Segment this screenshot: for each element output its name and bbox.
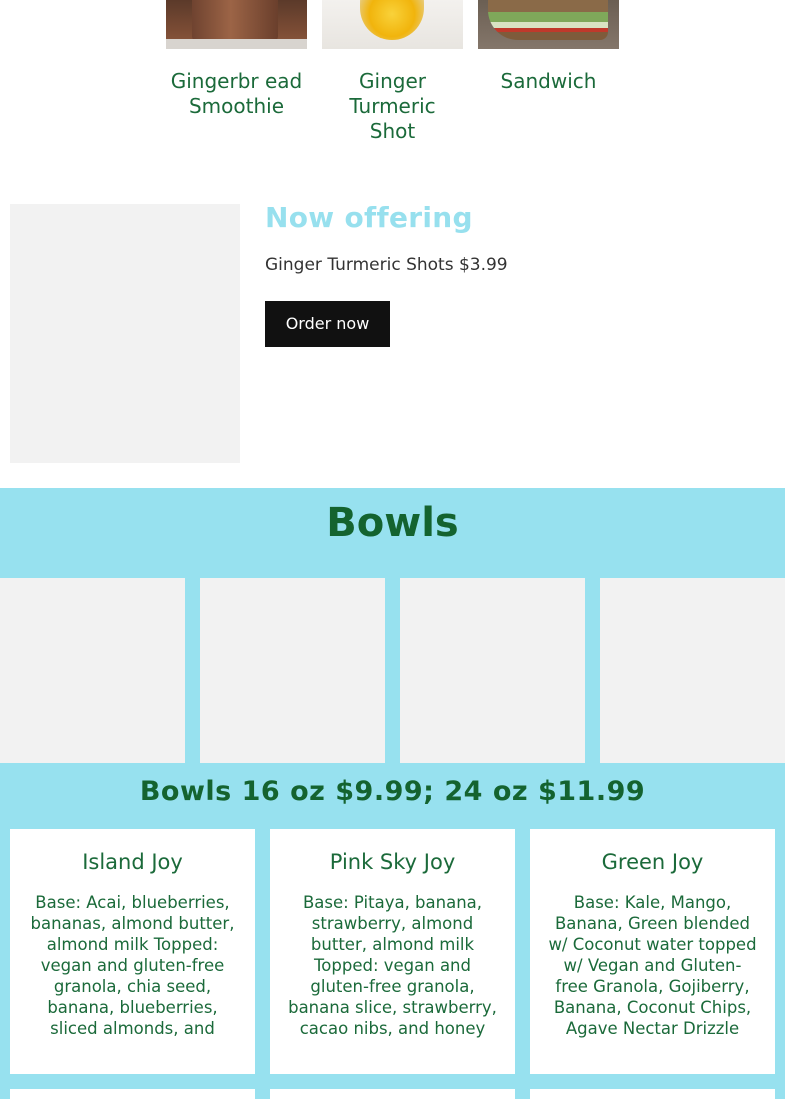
bowl-card-partial [530, 1089, 775, 1099]
bowl-card-island-joy: Island Joy Base: Acai, blueberries, bana… [10, 829, 255, 1074]
smoothie-cup-graphic [192, 0, 278, 42]
product-tile-ginger-turmeric-shot[interactable]: Ginger Turmeric Shot [322, 0, 463, 144]
bowls-price: Bowls 16 oz $9.99; 24 oz $11.99 [139, 776, 646, 807]
sandwich-photo[interactable] [478, 0, 619, 49]
shot-photo[interactable] [322, 0, 463, 49]
bowl-image-placeholder [600, 578, 785, 763]
smoothie-photo[interactable] [166, 0, 307, 49]
bowl-card-title: Pink Sky Joy [329, 850, 456, 874]
product-tile-sandwich[interactable]: Sandwich [478, 0, 619, 94]
bowl-card-description: Base: Acai, blueberries, bananas, almond… [30, 893, 235, 1042]
offer-title: Now offering [265, 201, 473, 234]
offer-image-placeholder [10, 204, 240, 463]
sandwich-graphic [488, 0, 608, 40]
bowls-title: Bowls [326, 500, 459, 546]
product-name[interactable]: Ginger Turmeric Shot [322, 69, 463, 144]
product-tile-gingerbread-smoothie[interactable]: Gingerbr ead Smoothie [166, 0, 307, 119]
bowl-card-description: Base: Kale, Mango, Banana, Green blended… [548, 893, 757, 1038]
bowl-card-title: Green Joy [601, 850, 704, 874]
order-now-button[interactable]: Order now [265, 301, 390, 347]
bowl-image-placeholder [0, 578, 185, 763]
bowl-card-description: Base: Pitaya, banana, strawberry, almond… [288, 893, 497, 1042]
product-name[interactable]: Gingerbr ead Smoothie [166, 69, 307, 119]
bowl-card-title: Island Joy [82, 850, 183, 874]
bowl-image-placeholder [200, 578, 385, 763]
bowl-card-partial [10, 1089, 255, 1099]
offer-text: Ginger Turmeric Shots $3.99 [265, 255, 508, 275]
bowl-image-placeholder [400, 578, 585, 763]
bowl-card-green-joy: Green Joy Base: Kale, Mango, Banana, Gre… [530, 829, 775, 1074]
product-name[interactable]: Sandwich [478, 69, 619, 94]
bowl-card-partial [270, 1089, 515, 1099]
shot-glass-graphic [360, 0, 424, 40]
bowl-card-pink-sky-joy: Pink Sky Joy Base: Pitaya, banana, straw… [270, 829, 515, 1074]
